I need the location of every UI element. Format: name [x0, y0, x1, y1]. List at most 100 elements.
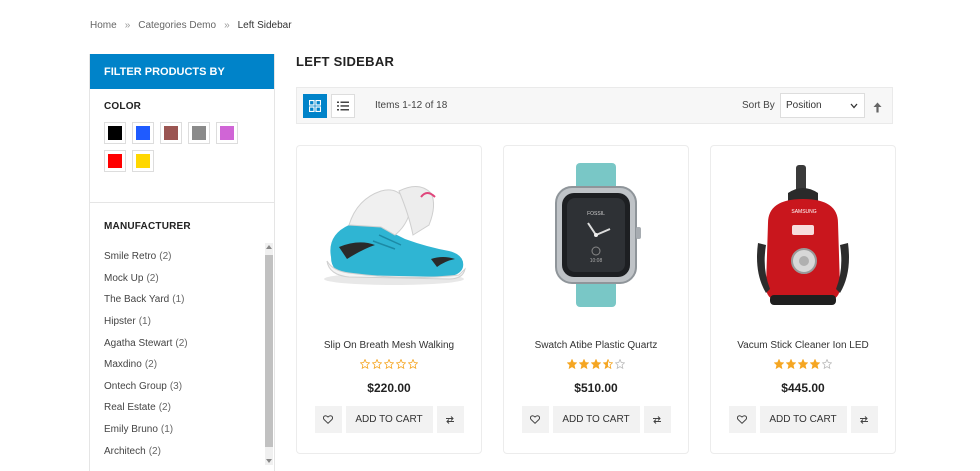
manufacturer-item[interactable]: Real Estate (2) — [104, 397, 260, 419]
breadcrumb-current: Left Sidebar — [237, 20, 292, 31]
star-full-icon — [810, 359, 820, 369]
breadcrumb-separator: » — [124, 20, 131, 31]
manufacturer-name: Agatha Stewart — [104, 337, 173, 349]
manufacturer-item[interactable]: Smile Retro (2) — [104, 246, 260, 268]
wishlist-button[interactable] — [521, 406, 549, 433]
add-to-cart-button[interactable]: ADD TO CART — [552, 406, 640, 433]
color-swatch-fill — [192, 126, 206, 140]
sort-by-label: Sort By — [742, 100, 775, 111]
manufacturer-name: Mock Up — [104, 272, 144, 284]
manufacturer-item[interactable]: Maxdino (2) — [104, 354, 260, 376]
product-name[interactable]: Slip On Breath Mesh Walking — [297, 340, 481, 351]
star-empty-icon — [360, 359, 370, 369]
star-full-icon — [567, 359, 577, 369]
heart-icon — [323, 415, 333, 424]
product-image[interactable]: FOSSIL 10:08 — [512, 160, 680, 310]
sort-direction-button[interactable] — [873, 100, 882, 118]
wishlist-button[interactable] — [728, 406, 756, 433]
color-swatches — [104, 122, 252, 172]
product-image[interactable]: SAMSUNG — [719, 160, 887, 310]
product-rating — [504, 359, 688, 369]
star-full-icon — [786, 359, 796, 369]
grid-view-button[interactable] — [303, 94, 327, 118]
product-card[interactable]: FOSSIL 10:08 Swatch Atibe Plastic Quartz… — [503, 145, 689, 454]
color-swatch-fill — [136, 154, 150, 168]
color-swatch[interactable] — [216, 122, 238, 144]
product-actions: ADD TO CART — [297, 406, 481, 433]
product-image[interactable] — [305, 160, 473, 310]
manufacturer-item[interactable]: Agatha Stewart (2) — [104, 332, 260, 354]
filter-sidebar: FILTER PRODUCTS BY COLOR MANUFACTURER Sm… — [89, 54, 275, 471]
manufacturer-count: (2) — [175, 337, 188, 349]
manufacturer-name: Architech — [104, 445, 146, 457]
add-to-cart-button[interactable]: ADD TO CART — [759, 406, 847, 433]
star-empty-icon — [408, 359, 418, 369]
color-filter-title: COLOR — [104, 101, 142, 112]
manufacturer-item[interactable]: Emily Bruno (1) — [104, 419, 260, 441]
color-swatch-fill — [220, 126, 234, 140]
smartwatch-image: FOSSIL 10:08 — [555, 162, 641, 307]
color-swatch[interactable] — [132, 122, 154, 144]
compare-button[interactable] — [436, 406, 464, 433]
manufacturer-scrollbar[interactable] — [265, 243, 273, 465]
color-swatch[interactable] — [132, 150, 154, 172]
compare-icon — [860, 415, 868, 424]
manufacturer-count: (3) — [169, 380, 183, 392]
breadcrumb-separator: » — [224, 20, 230, 31]
product-card[interactable]: Slip On Breath Mesh Walking $220.00 ADD … — [296, 145, 482, 454]
breadcrumb-home[interactable]: Home — [90, 20, 117, 31]
sneaker-image — [324, 186, 466, 285]
manufacturer-name: Smile Retro — [104, 251, 157, 263]
compare-button[interactable] — [643, 406, 671, 433]
manufacturer-item[interactable]: Ontech Group (3) — [104, 376, 260, 398]
star-full-icon — [579, 359, 589, 369]
scroll-up-arrow-icon[interactable] — [266, 245, 272, 249]
wishlist-button[interactable] — [314, 406, 342, 433]
color-swatch[interactable] — [188, 122, 210, 144]
compare-icon — [446, 415, 454, 424]
grid-icon — [309, 100, 321, 112]
star-empty-icon — [615, 359, 625, 369]
product-toolbar: Items 1-12 of 18 Sort By Position — [296, 87, 893, 124]
scrollbar-thumb[interactable] — [265, 255, 273, 447]
product-grid: Slip On Breath Mesh Walking $220.00 ADD … — [296, 145, 896, 454]
color-swatch-fill — [108, 154, 122, 168]
watch-brand-text: FOSSIL — [587, 211, 605, 217]
manufacturer-count: (2) — [144, 359, 158, 371]
breadcrumb-categories-demo[interactable]: Categories Demo — [138, 20, 216, 31]
product-name[interactable]: Vacum Stick Cleaner Ion LED — [711, 340, 895, 351]
compare-button[interactable] — [850, 406, 878, 433]
manufacturer-item[interactable]: Architech (2) — [104, 440, 260, 462]
color-swatch[interactable] — [104, 150, 126, 172]
product-card[interactable]: SAMSUNG Vacum Stick Cleaner Ion LED $445… — [710, 145, 896, 454]
product-actions: ADD TO CART — [504, 406, 688, 433]
scroll-down-arrow-icon[interactable] — [266, 459, 272, 463]
manufacturer-name: Emily Bruno — [104, 424, 158, 436]
manufacturer-count: (1) — [160, 424, 174, 436]
manufacturer-list: Smile Retro (2) Mock Up (2) The Back Yard (1)… — [104, 246, 260, 462]
list-view-button[interactable] — [331, 94, 355, 118]
manufacturer-count: (2) — [159, 251, 172, 263]
manufacturer-count: (2) — [146, 272, 159, 284]
compare-icon — [653, 415, 661, 424]
product-name[interactable]: Swatch Atibe Plastic Quartz — [504, 340, 688, 351]
manufacturer-name: Hipster — [104, 316, 136, 328]
manufacturer-name: Real Estate — [104, 402, 156, 414]
manufacturer-count: (1) — [138, 316, 151, 328]
color-swatch[interactable] — [104, 122, 126, 144]
manufacturer-item[interactable]: The Back Yard (1) — [104, 289, 260, 311]
manufacturer-name: Ontech Group — [104, 380, 167, 392]
sort-by-value: Position — [786, 100, 822, 111]
manufacturer-item[interactable]: Mock Up (2) — [104, 268, 260, 290]
product-price: $445.00 — [781, 381, 825, 395]
star-half-icon — [603, 359, 613, 369]
star-empty-icon — [384, 359, 394, 369]
product-actions: ADD TO CART — [711, 406, 895, 433]
sort-by-select[interactable]: Position — [780, 93, 865, 118]
add-to-cart-button[interactable]: ADD TO CART — [345, 406, 433, 433]
star-empty-icon — [822, 359, 832, 369]
star-full-icon — [774, 359, 784, 369]
color-swatch[interactable] — [160, 122, 182, 144]
manufacturer-item[interactable]: Hipster (1) — [104, 311, 260, 333]
manufacturer-count: (1) — [172, 294, 185, 306]
